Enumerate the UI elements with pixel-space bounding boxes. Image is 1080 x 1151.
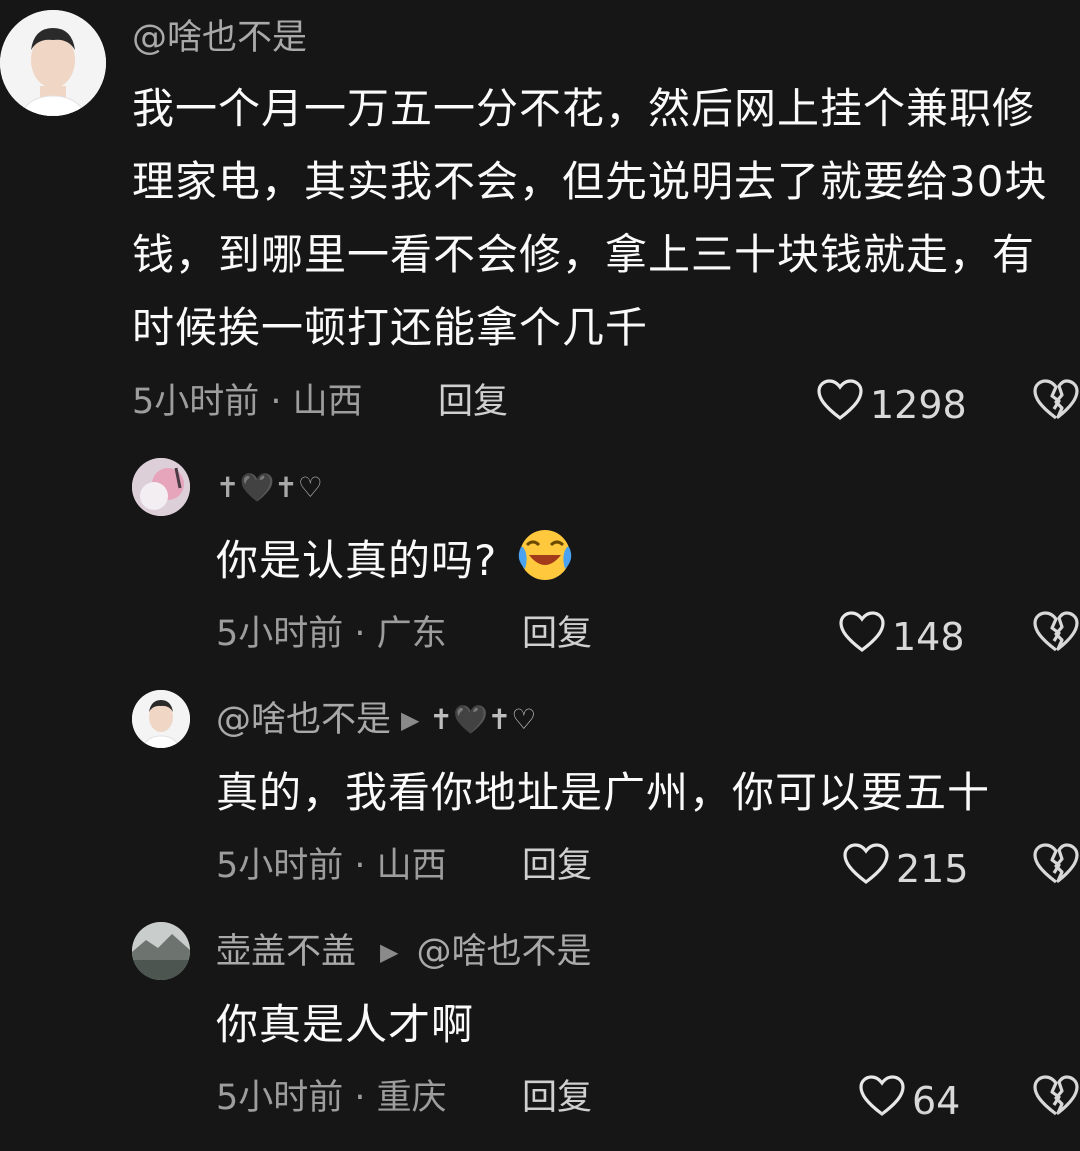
avatar[interactable] xyxy=(132,458,190,516)
reply-button[interactable]: 回复 xyxy=(522,614,592,654)
time-location: 5小时前 · 广东 xyxy=(216,614,447,654)
time-location: 5小时前 · 山西 xyxy=(132,382,363,422)
reply-button[interactable]: 回复 xyxy=(522,846,592,886)
username-text[interactable]: ✝︎🖤✝︎♡ xyxy=(216,468,323,508)
comment-text: 你是认真的吗? xyxy=(216,524,1056,603)
like-count: 1298 xyxy=(870,382,967,427)
play-triangle-icon: ▶ xyxy=(380,938,399,966)
username[interactable]: @啥也不是 ▶ ✝︎🖤✝︎♡ xyxy=(216,700,536,740)
comment-text: 我一个月一万五一分不花，然后网上挂个兼职修理家电，其实我不会，但先说明去了就要给… xyxy=(132,84,1048,352)
broken-heart-icon xyxy=(1032,379,1080,426)
like-count: 148 xyxy=(892,614,965,659)
bottom-fade xyxy=(0,1111,1080,1151)
username[interactable]: 壶盖不盖 ▶ @啥也不是 xyxy=(216,932,592,972)
like-button[interactable]: 1298 xyxy=(816,378,967,431)
comment-text-body: 你是认真的吗? xyxy=(216,536,498,585)
like-count: 215 xyxy=(896,846,969,891)
reply-to-username[interactable]: ✝︎🖤✝︎♡ xyxy=(429,700,536,740)
avatar[interactable] xyxy=(132,690,190,748)
time-location: 5小时前 · 山西 xyxy=(216,846,447,886)
username[interactable]: @啥也不是 xyxy=(132,18,307,58)
like-button[interactable]: 148 xyxy=(838,610,965,663)
username-text[interactable]: @啥也不是 xyxy=(132,18,307,58)
username[interactable]: ✝︎🖤✝︎♡ xyxy=(216,468,323,508)
dislike-button[interactable] xyxy=(1032,378,1080,426)
avatar[interactable] xyxy=(132,922,190,980)
heart-outline-icon xyxy=(842,842,890,895)
reply-button[interactable]: 回复 xyxy=(438,382,508,422)
username-text[interactable]: @啥也不是 xyxy=(216,700,391,740)
crying-laughing-emoji xyxy=(515,525,575,603)
dislike-button[interactable] xyxy=(1032,610,1080,658)
comment-text: 你真是人才啊 xyxy=(216,1000,475,1049)
play-triangle-icon: ▶ xyxy=(401,706,420,734)
avatar[interactable] xyxy=(0,10,106,116)
broken-heart-icon xyxy=(1032,611,1080,658)
comment-text: 真的，我看你地址是广州，你可以要五十 xyxy=(216,768,991,817)
heart-outline-icon xyxy=(838,610,886,663)
heart-outline-icon xyxy=(816,378,864,431)
broken-heart-icon xyxy=(1032,843,1080,890)
dislike-button[interactable] xyxy=(1032,842,1080,890)
reply-to-username[interactable]: @啥也不是 xyxy=(416,932,591,972)
username-text[interactable]: 壶盖不盖 xyxy=(216,932,356,972)
like-button[interactable]: 215 xyxy=(842,842,969,895)
